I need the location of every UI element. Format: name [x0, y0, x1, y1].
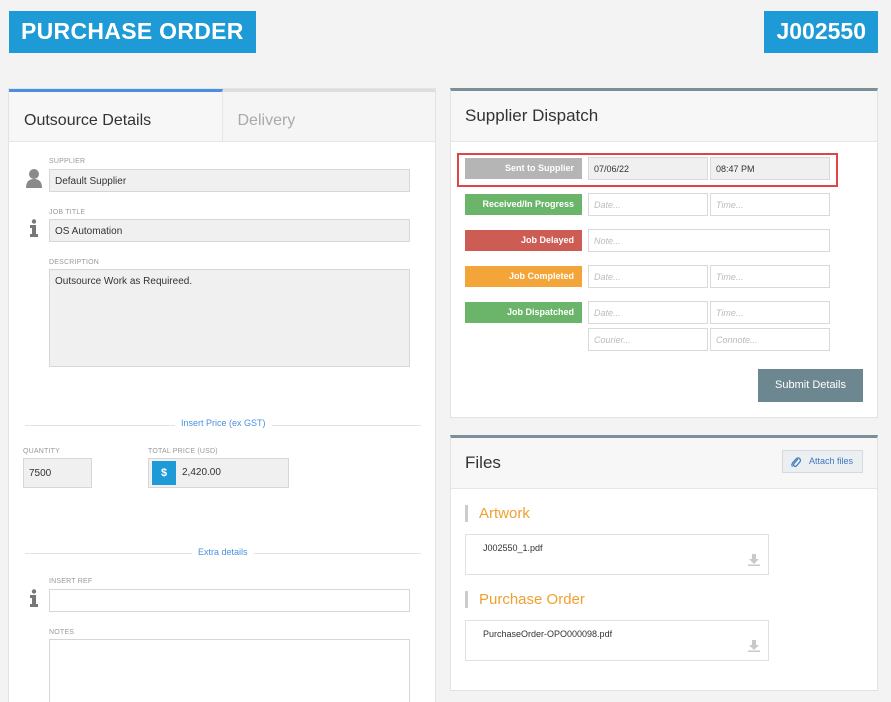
job-title-field[interactable]: OS Automation [49, 219, 410, 242]
quantity-field[interactable]: 7500 [23, 458, 92, 488]
courier-input[interactable]: Courier... [588, 328, 708, 351]
sent-date-input[interactable]: 07/06/22 [588, 157, 708, 180]
info-icon [30, 219, 38, 237]
insert-ref-field[interactable] [49, 589, 410, 612]
tab-delivery[interactable]: Delivery [222, 89, 435, 142]
supplier-dispatch-title: Supplier Dispatch [451, 91, 877, 142]
outsource-panel: Outsource Details Delivery SUPPLIER Defa… [8, 88, 436, 702]
artwork-file-item[interactable]: J002550_1.pdf [465, 534, 769, 575]
insert-ref-label: INSERT REF [49, 578, 93, 585]
tab-outsource-details[interactable]: Outsource Details [9, 89, 223, 142]
received-date-input[interactable]: Date... [588, 193, 708, 216]
description-field[interactable]: Outsource Work as Requireed. [49, 269, 410, 367]
user-icon [26, 169, 42, 188]
currency-dollar-badge: $ [152, 461, 176, 485]
job-completed-button[interactable]: Job Completed [465, 266, 582, 287]
paperclip-icon [791, 457, 801, 468]
submit-details-button[interactable]: Submit Details [758, 369, 863, 402]
dispatched-time-input[interactable]: Time... [710, 301, 830, 324]
job-title-label: JOB TITLE [49, 209, 86, 216]
attach-files-button[interactable]: Attach files [782, 450, 863, 473]
received-in-progress-button[interactable]: Received/In Progress [465, 194, 582, 215]
extra-section-heading: Extra details [192, 547, 254, 557]
purchase-order-file-item[interactable]: PurchaseOrder-OPO000098.pdf [465, 620, 769, 661]
received-time-input[interactable]: Time... [710, 193, 830, 216]
price-section-heading: Insert Price (ex GST) [175, 418, 272, 428]
info-icon [30, 589, 38, 607]
job-number-badge: J002550 [764, 11, 878, 53]
artwork-file-name: J002550_1.pdf [483, 543, 543, 553]
description-label: DESCRIPTION [49, 259, 100, 266]
supplier-field[interactable]: Default Supplier [49, 169, 410, 192]
delayed-note-input[interactable]: Note... [588, 229, 830, 252]
download-icon[interactable] [748, 554, 760, 566]
supplier-label: SUPPLIER [49, 158, 86, 165]
total-price-label: TOTAL PRICE (USD) [148, 448, 218, 455]
files-panel: Files Attach files Artwork J002550_1.pdf… [450, 435, 878, 691]
connote-input[interactable]: Connote... [710, 328, 830, 351]
completed-date-input[interactable]: Date... [588, 265, 708, 288]
total-price-field[interactable]: 2,420.00 [182, 467, 221, 478]
purchase-order-file-name: PurchaseOrder-OPO000098.pdf [483, 629, 613, 639]
artwork-section-title: Artwork [465, 505, 530, 522]
purchase-order-section-title: Purchase Order [465, 591, 585, 608]
notes-field[interactable] [49, 639, 410, 702]
dispatched-date-input[interactable]: Date... [588, 301, 708, 324]
notes-label: NOTES [49, 629, 75, 636]
tab-bar: Outsource Details Delivery [9, 89, 435, 142]
completed-time-input[interactable]: Time... [710, 265, 830, 288]
job-delayed-button[interactable]: Job Delayed [465, 230, 582, 251]
sent-to-supplier-button[interactable]: Sent to Supplier [465, 158, 582, 179]
job-dispatched-button[interactable]: Job Dispatched [465, 302, 582, 323]
page-title: PURCHASE ORDER [9, 11, 256, 53]
supplier-dispatch-panel: Supplier Dispatch Sent to Supplier 07/06… [450, 88, 878, 418]
attach-files-label: Attach files [808, 456, 853, 466]
quantity-label: QUANTITY [23, 448, 60, 455]
sent-time-input[interactable]: 08:47 PM [710, 157, 830, 180]
download-icon[interactable] [748, 640, 760, 652]
